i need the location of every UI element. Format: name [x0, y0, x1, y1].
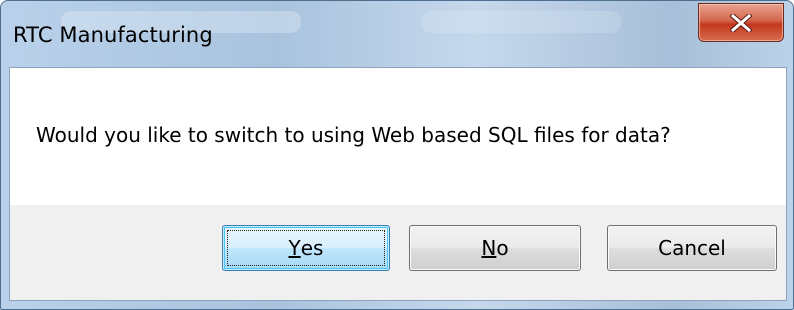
cancel-label: Cancel: [658, 236, 726, 260]
no-button[interactable]: No: [409, 225, 581, 271]
dialog-client-area: Would you like to switch to using Web ba…: [9, 67, 787, 301]
close-icon: [730, 13, 752, 32]
no-mnemonic: N: [481, 236, 497, 260]
message-panel: Would you like to switch to using Web ba…: [10, 68, 786, 205]
message-box-window: RTC Manufacturing Would you like to swit…: [0, 0, 794, 310]
window-title: RTC Manufacturing: [13, 23, 213, 47]
yes-label-rest: es: [300, 236, 324, 260]
no-label-rest: o: [496, 236, 509, 260]
yes-mnemonic: Y: [288, 236, 301, 260]
cancel-button[interactable]: Cancel: [607, 225, 777, 271]
message-text: Would you like to switch to using Web ba…: [36, 123, 671, 147]
yes-button[interactable]: Yes: [222, 225, 390, 271]
titlebar-glass-2: [421, 11, 621, 33]
close-button[interactable]: [698, 3, 784, 42]
